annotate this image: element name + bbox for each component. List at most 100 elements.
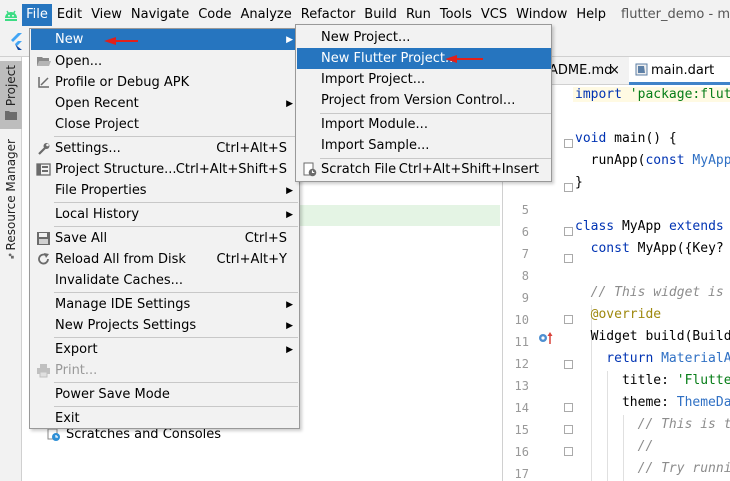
highlighted-tree-row (300, 205, 500, 226)
file-menu-manage-ide-label: Manage IDE Settings (55, 297, 191, 312)
file-menu-save-all[interactable]: Save All Ctrl+S (31, 228, 299, 249)
file-menu-new[interactable]: New ▶ (31, 29, 299, 50)
line-number: 17 (514, 467, 529, 481)
import-sample-label: Import Sample... (321, 138, 430, 153)
file-menu-settings-label: Settings... (55, 141, 121, 156)
file-menu-invalidate-label: Invalidate Caches... (55, 273, 184, 288)
fold-toggle[interactable] (564, 139, 573, 148)
file-menu-manage-ide-settings[interactable]: Manage IDE Settings ▶ (31, 294, 299, 315)
menu-separator (54, 226, 298, 227)
line-number: 16 (514, 445, 529, 459)
submenu-arrow-icon: ▶ (286, 34, 293, 45)
menu-tools[interactable]: Tools (436, 4, 476, 26)
file-menu-print: Print... (31, 360, 299, 381)
menu-help[interactable]: Help (572, 4, 610, 26)
fold-toggle[interactable] (564, 403, 573, 412)
file-menu-close-project[interactable]: Close Project (31, 114, 299, 135)
line-number: 10 (514, 313, 529, 327)
file-menu-exit[interactable]: Exit (31, 408, 299, 429)
menu-run[interactable]: Run (402, 4, 435, 26)
import-project-item[interactable]: Import Project... (297, 69, 551, 90)
new-project-item[interactable]: New Project... (297, 27, 551, 48)
file-menu-power-save-mode[interactable]: Power Save Mode (31, 384, 299, 405)
project-from-vcs-label: Project from Version Control... (321, 93, 516, 108)
file-menu-dropdown: New ▶ Open... Profile or Debug APK Open … (29, 28, 300, 429)
file-menu-file-properties[interactable]: File Properties ▶ (31, 180, 299, 201)
code-line: // This widget is (575, 285, 724, 300)
override-gutter-icon[interactable] (537, 331, 555, 345)
menu-vcs[interactable]: VCS (477, 4, 511, 26)
code-line: Widget build(Build (575, 329, 730, 344)
line-number: 8 (521, 269, 529, 283)
code-line: void main() { (575, 131, 677, 146)
resource-manager-label: Resource Manager (4, 139, 18, 251)
menu-code[interactable]: Code (194, 4, 235, 26)
line-number: 14 (514, 401, 529, 415)
fold-toggle[interactable] (564, 315, 573, 324)
fold-toggle[interactable] (564, 227, 573, 236)
line-number: 5 (521, 203, 529, 217)
import-module-item[interactable]: Import Module... (297, 114, 551, 135)
menu-analyze[interactable]: Analyze (237, 4, 296, 26)
menu-separator (54, 382, 298, 383)
line-number: 15 (514, 423, 529, 437)
fold-toggle[interactable] (564, 254, 573, 263)
menu-edit[interactable]: Edit (53, 4, 86, 26)
file-menu-exit-label: Exit (55, 411, 80, 426)
file-menu-reload[interactable]: Reload All from Disk Ctrl+Alt+Y (31, 249, 299, 270)
file-menu-new-label: New (55, 32, 84, 47)
fold-toggle[interactable] (564, 425, 573, 434)
new-submenu: New Project... New Flutter Project... Im… (295, 24, 552, 182)
menu-separator (54, 136, 298, 137)
import-project-label: Import Project... (321, 72, 426, 87)
file-menu-profile-apk[interactable]: Profile or Debug APK (31, 72, 299, 93)
submenu-arrow-icon: ▶ (286, 209, 293, 220)
red-arrow-annotation-icon (104, 37, 138, 45)
file-menu-settings[interactable]: Settings... Ctrl+Alt+S (31, 138, 299, 159)
code-line: import 'package:flut (573, 87, 730, 102)
tab-main-dart[interactable]: main.dart (629, 57, 730, 85)
file-menu-export-label: Export (55, 342, 98, 357)
scratch-file-item[interactable]: Scratch File Ctrl+Alt+Shift+Insert (297, 159, 551, 180)
file-menu-close-project-label: Close Project (55, 117, 140, 132)
submenu-arrow-icon: ▶ (286, 98, 293, 109)
file-menu-open[interactable]: Open... (31, 51, 299, 72)
resource-manager-icon (8, 253, 14, 259)
close-icon[interactable]: × (603, 57, 626, 85)
new-flutter-project-item[interactable]: New Flutter Project... (297, 48, 551, 69)
menu-separator (54, 406, 298, 407)
file-menu-reload-label: Reload All from Disk (55, 252, 186, 267)
line-number: 6 (521, 225, 529, 239)
file-menu-local-history[interactable]: Local History ▶ (31, 204, 299, 225)
open-folder-icon (37, 57, 51, 66)
menu-window[interactable]: Window (512, 4, 571, 26)
folder-icon (5, 111, 17, 121)
menu-file[interactable]: File (22, 3, 52, 26)
fold-toggle[interactable] (564, 447, 573, 456)
fold-toggle[interactable] (564, 183, 573, 192)
file-menu-invalidate-caches[interactable]: Invalidate Caches... (31, 270, 299, 291)
menu-view[interactable]: View (87, 4, 126, 26)
file-menu-open-recent[interactable]: Open Recent ▶ (31, 93, 299, 114)
import-sample-item[interactable]: Import Sample... (297, 135, 551, 156)
line-number: 7 (521, 247, 529, 261)
left-tool-strip: Project Resource Manager (0, 57, 22, 481)
file-menu-export[interactable]: Export ▶ (31, 339, 299, 360)
menu-navigate[interactable]: Navigate (127, 4, 193, 26)
project-tool-label: Project (4, 65, 18, 107)
shortcut-label: Ctrl+Alt+S (216, 141, 287, 156)
resource-manager-tool-tab[interactable]: Resource Manager (0, 139, 22, 259)
file-menu-local-history-label: Local History (55, 207, 140, 222)
project-tool-tab[interactable]: Project (0, 61, 22, 129)
file-menu-new-projects-settings[interactable]: New Projects Settings ▶ (31, 315, 299, 336)
submenu-arrow-icon: ▶ (286, 185, 293, 196)
shortcut-label: Ctrl+Alt+Y (216, 252, 287, 267)
menu-build[interactable]: Build (360, 4, 401, 26)
fold-toggle[interactable] (564, 360, 573, 369)
file-menu-project-structure[interactable]: Project Structure... Ctrl+Alt+Shift+S (31, 159, 299, 180)
project-from-vcs-item[interactable]: Project from Version Control... (297, 90, 551, 111)
code-view[interactable]: import 'package:flut void main() { runAp… (573, 85, 730, 481)
code-line: class MyApp extends (575, 219, 724, 234)
shortcut-label: Ctrl+Alt+Shift+Insert (398, 162, 539, 177)
menu-refactor[interactable]: Refactor (297, 4, 360, 26)
